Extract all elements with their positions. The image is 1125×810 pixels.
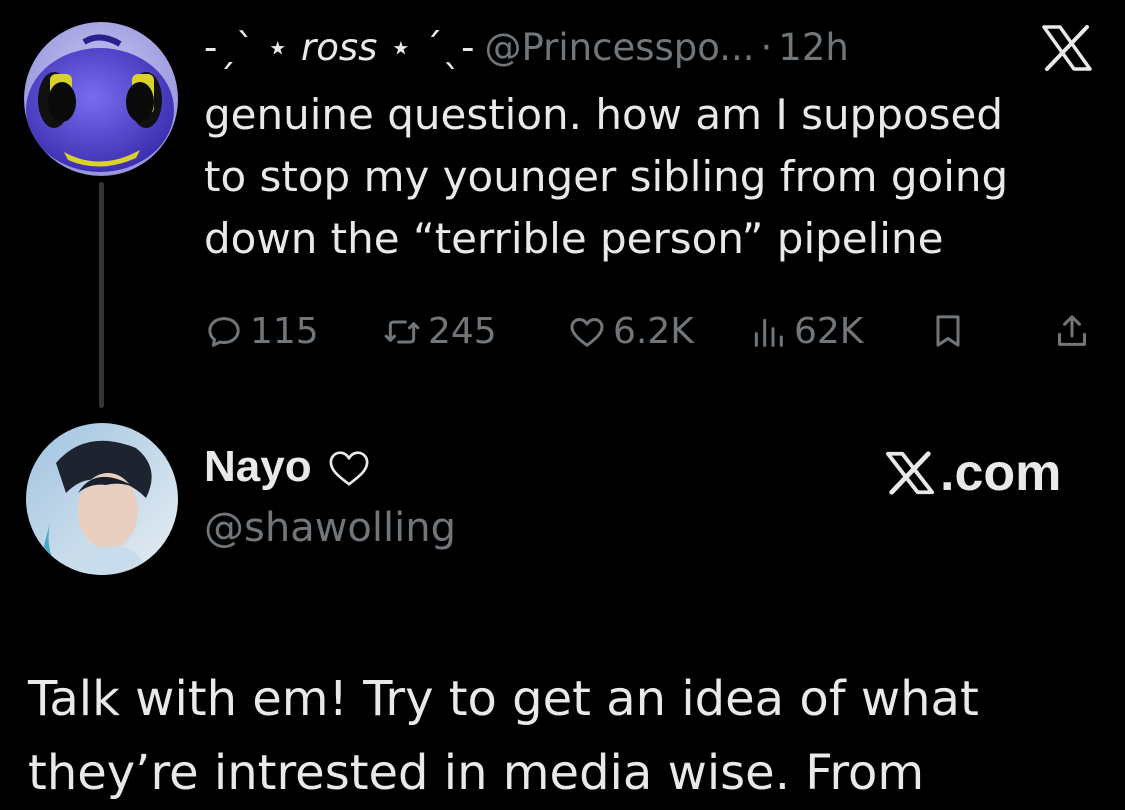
views-count: 62K <box>794 311 864 352</box>
bookmark-button[interactable] <box>928 311 968 351</box>
thread-connector-line <box>99 182 104 408</box>
share-button[interactable] <box>1052 311 1092 351</box>
parent-tweet-text: genuine question. how am I supposed to s… <box>204 84 1084 270</box>
parent-handle[interactable]: @Princesspo... <box>485 26 755 69</box>
parent-avatar[interactable] <box>24 22 178 176</box>
reply-avatar[interactable] <box>26 423 178 575</box>
like-button[interactable]: 6.2K <box>567 311 694 352</box>
reply-display-name-text: Nayo <box>204 442 312 491</box>
retweet-button[interactable]: 245 <box>382 311 497 352</box>
views-icon <box>754 318 783 347</box>
parent-display-name[interactable]: -ˏˋ ⋆ ross ⋆ ˊˎ- <box>204 26 475 69</box>
reply-icon <box>208 316 240 347</box>
reply-text-line: they’re intrested in media wise. From <box>28 745 925 801</box>
x-com-text: .com <box>940 444 1062 502</box>
reply-handle[interactable]: @shawolling <box>204 505 456 551</box>
reply-tweet-text: Talk with em! Try to get an idea of what… <box>28 662 1108 810</box>
tweet-text-line: to stop my younger sibling from going <box>204 152 1009 201</box>
views-button[interactable]: 62K <box>748 311 863 352</box>
reply-text-line: Talk with em! Try to get an idea of what <box>28 671 979 727</box>
header-separator: · <box>760 25 773 69</box>
like-count: 6.2K <box>613 311 694 352</box>
heart-icon <box>329 451 369 486</box>
retweet-count: 245 <box>428 311 497 352</box>
x-logo-icon <box>885 451 935 495</box>
display-name-suffix: ⋆ ˊˎ- <box>389 25 475 69</box>
tweet-text-line: genuine question. how am I supposed <box>204 90 1004 139</box>
parent-tweet-header: -ˏˋ ⋆ ross ⋆ ˊˎ- @Princesspo... · 12h <box>204 22 849 72</box>
reply-button[interactable]: 115 <box>204 311 319 352</box>
display-name-main: ross <box>301 25 378 69</box>
reply-display-name[interactable]: Nayo <box>204 442 372 492</box>
reply-count: 115 <box>250 311 319 352</box>
share-icon <box>1058 315 1086 346</box>
x-com-watermark: .com <box>884 443 1061 503</box>
x-logo-icon <box>1042 25 1092 71</box>
bookmark-icon <box>936 315 960 347</box>
like-icon <box>570 317 604 347</box>
retweet-icon <box>384 320 420 343</box>
tweet-action-bar: 115 245 6.2K 62K <box>204 305 1094 361</box>
tweet-text-line: down the “terrible person” pipeline <box>204 214 944 263</box>
display-name-prefix: -ˏˋ ⋆ <box>204 25 290 69</box>
parent-time[interactable]: 12h <box>778 26 849 69</box>
